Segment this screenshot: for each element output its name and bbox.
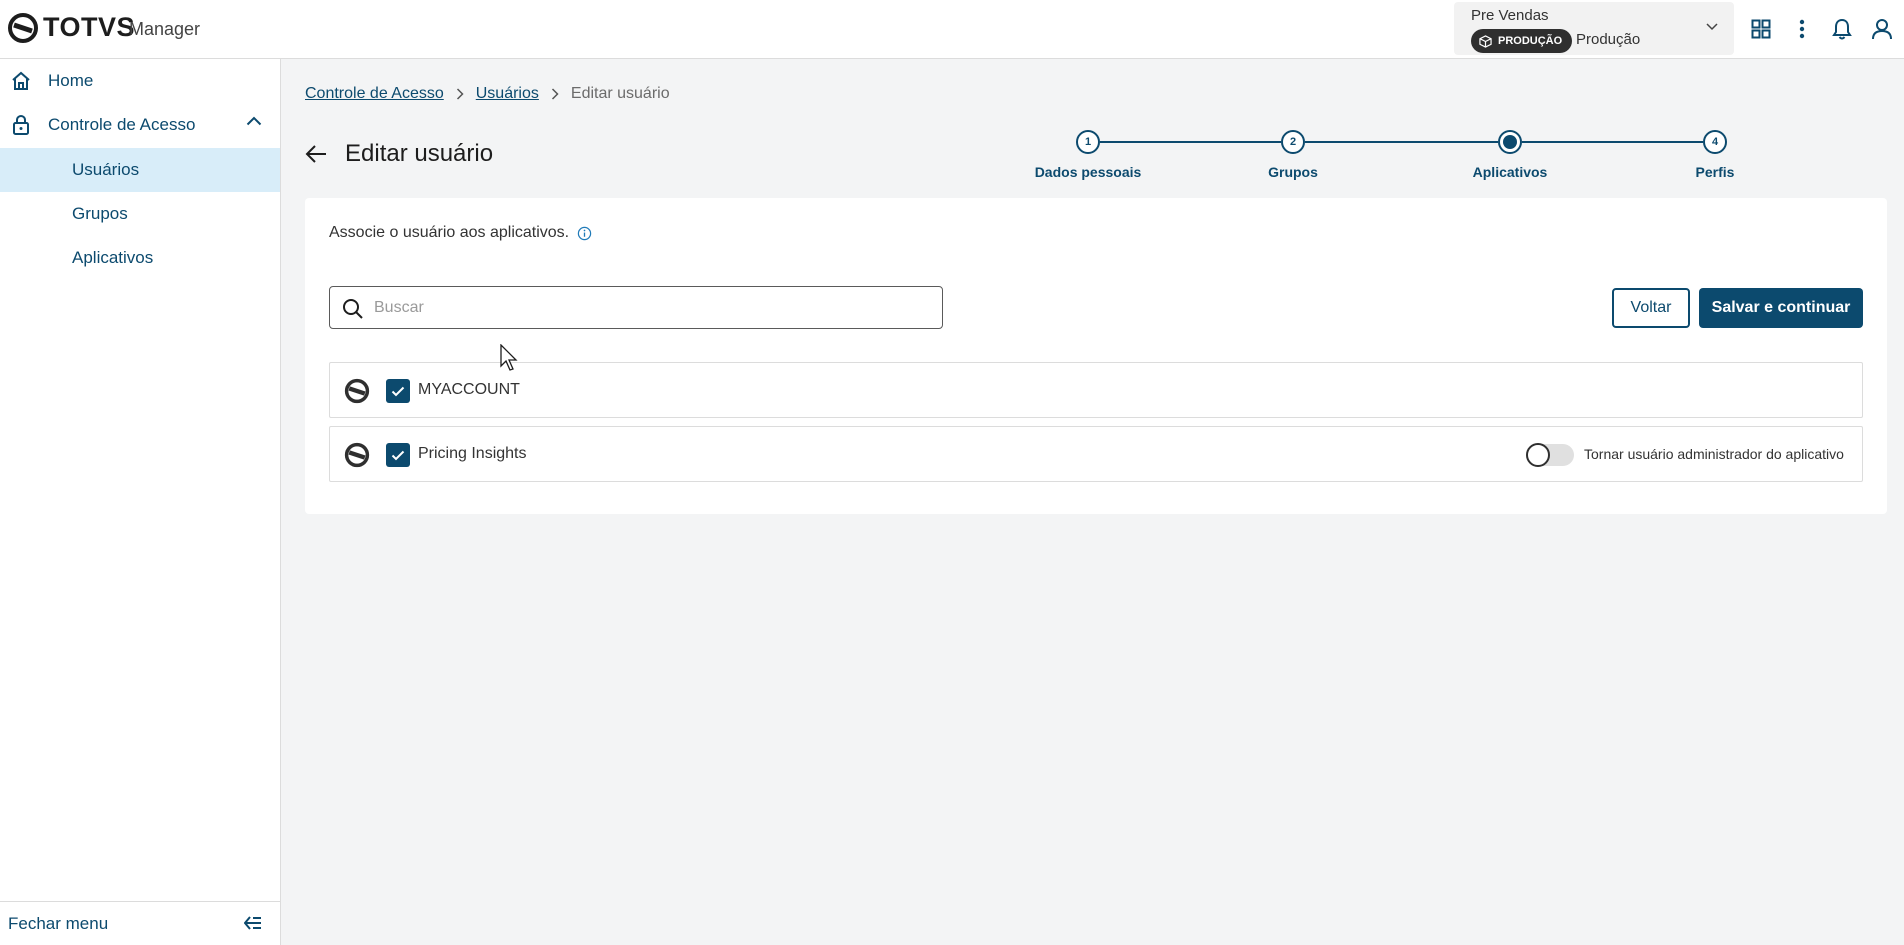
environment-select[interactable]: Pre Vendas PRODUÇÃO Produção: [1454, 2, 1734, 55]
brand-logo[interactable]: TOTVS: [8, 12, 135, 43]
step-number: 2: [1289, 136, 1297, 148]
totvs-app-icon: [344, 442, 370, 468]
app-row-myaccount: MYACCOUNT: [329, 362, 1863, 418]
app-checkbox[interactable]: [386, 379, 410, 403]
chevron-right-icon: [551, 88, 559, 100]
stepper-connector: [1522, 141, 1703, 143]
collapse-menu-label: Fechar menu: [8, 914, 109, 933]
collapse-menu-button[interactable]: Fechar menu: [0, 901, 280, 945]
check-icon: [391, 386, 405, 396]
sidebar-item-aplicativos[interactable]: Aplicativos: [0, 236, 280, 280]
step-2-label: Grupos: [1268, 164, 1318, 180]
environment-badge-label: PRODUÇÃO: [1498, 35, 1563, 47]
sidebar-item-controle-de-acesso[interactable]: Controle de Acesso: [0, 103, 280, 147]
app-name: MYACCOUNT: [418, 381, 520, 398]
breadcrumb-link-usuarios[interactable]: Usuários: [476, 85, 539, 103]
instruction: Associe o usuário aos aplicativos.: [329, 224, 592, 242]
step-3-label: Aplicativos: [1472, 164, 1548, 180]
step-number: 1: [1084, 136, 1092, 148]
app-row-pricing-insights: Pricing Insights Tornar usuário administ…: [329, 426, 1863, 482]
chevron-down-icon: [1706, 23, 1718, 31]
search-field[interactable]: [329, 286, 943, 329]
app-name: Pricing Insights: [418, 445, 527, 462]
stepper: 1 2 4 Dados pessoais Grupos Aplicativos …: [1035, 130, 1836, 180]
toggle-knob: [1526, 443, 1550, 467]
totvs-logo-icon: [8, 12, 38, 43]
step-1-circle[interactable]: 1: [1076, 130, 1100, 154]
apps-card: Associe o usuário aos aplicativos. Volta…: [305, 198, 1887, 514]
brand-name: TOTVS: [43, 12, 136, 42]
step-4-label: Perfis: [1695, 164, 1735, 180]
step-2-circle[interactable]: 2: [1281, 130, 1305, 154]
stepper-connector: [1100, 141, 1281, 143]
step-3-circle-current[interactable]: [1498, 130, 1522, 154]
top-header: TOTVS Manager Pre Vendas PRODUÇÃO Produç…: [0, 0, 1904, 59]
info-icon[interactable]: [577, 226, 592, 241]
sidebar-item-label: Home: [48, 71, 94, 90]
bell-icon[interactable]: [1829, 16, 1855, 42]
app-checkbox[interactable]: [386, 443, 410, 467]
stepper-connector: [1305, 141, 1498, 143]
sidebar-item-label: Usuários: [72, 160, 140, 179]
current-step-dot: [1503, 135, 1517, 149]
step-1-label: Dados pessoais: [1034, 164, 1142, 180]
sidebar-item-home[interactable]: Home: [0, 59, 280, 103]
search-icon: [342, 298, 364, 320]
page-title: Editar usuário: [345, 140, 494, 167]
collapse-menu-icon: [244, 916, 262, 930]
breadcrumb-current: Editar usuário: [570, 85, 670, 102]
totvs-app-icon: [344, 378, 370, 404]
search-input[interactable]: [374, 287, 934, 328]
apps-grid-icon[interactable]: [1748, 16, 1774, 42]
more-vertical-icon[interactable]: [1789, 16, 1815, 42]
home-icon: [10, 70, 32, 92]
sidebar-item-grupos[interactable]: Grupos: [0, 192, 280, 236]
app-name: Manager: [129, 19, 201, 39]
breadcrumb-link-controle-de-acesso[interactable]: Controle de Acesso: [305, 85, 444, 103]
environment-title: Pre Vendas: [1471, 7, 1549, 24]
back-arrow-icon[interactable]: [304, 143, 328, 165]
step-4-circle[interactable]: 4: [1703, 130, 1727, 154]
chevron-up-icon: [246, 116, 262, 126]
lock-icon: [10, 114, 32, 136]
step-number: 4: [1711, 136, 1719, 148]
environment-badge: PRODUÇÃO: [1471, 29, 1573, 53]
check-icon: [391, 450, 405, 460]
sidebar-item-label: Grupos: [72, 204, 128, 223]
cube-icon: [1479, 34, 1498, 48]
mouse-cursor-icon: [500, 344, 520, 372]
sidebar-item-label: Aplicativos: [72, 248, 154, 267]
sidebar-item-usuarios[interactable]: Usuários: [0, 148, 280, 192]
chevron-right-icon: [456, 88, 464, 100]
environment-value: Produção: [1576, 31, 1641, 48]
sidebar: Home Controle de Acesso Usuários Grupos …: [0, 59, 281, 945]
admin-toggle-label: Tornar usuário administrador do aplicati…: [1584, 446, 1844, 462]
sidebar-item-label: Controle de Acesso: [48, 115, 196, 134]
back-button[interactable]: Voltar: [1612, 288, 1690, 328]
save-continue-button[interactable]: Salvar e continuar: [1699, 288, 1863, 328]
instruction-text: Associe o usuário aos aplicativos.: [329, 224, 570, 241]
admin-toggle[interactable]: [1526, 443, 1574, 467]
user-icon[interactable]: [1869, 16, 1895, 42]
breadcrumb: Controle de Acesso Usuários Editar usuár…: [305, 85, 670, 103]
